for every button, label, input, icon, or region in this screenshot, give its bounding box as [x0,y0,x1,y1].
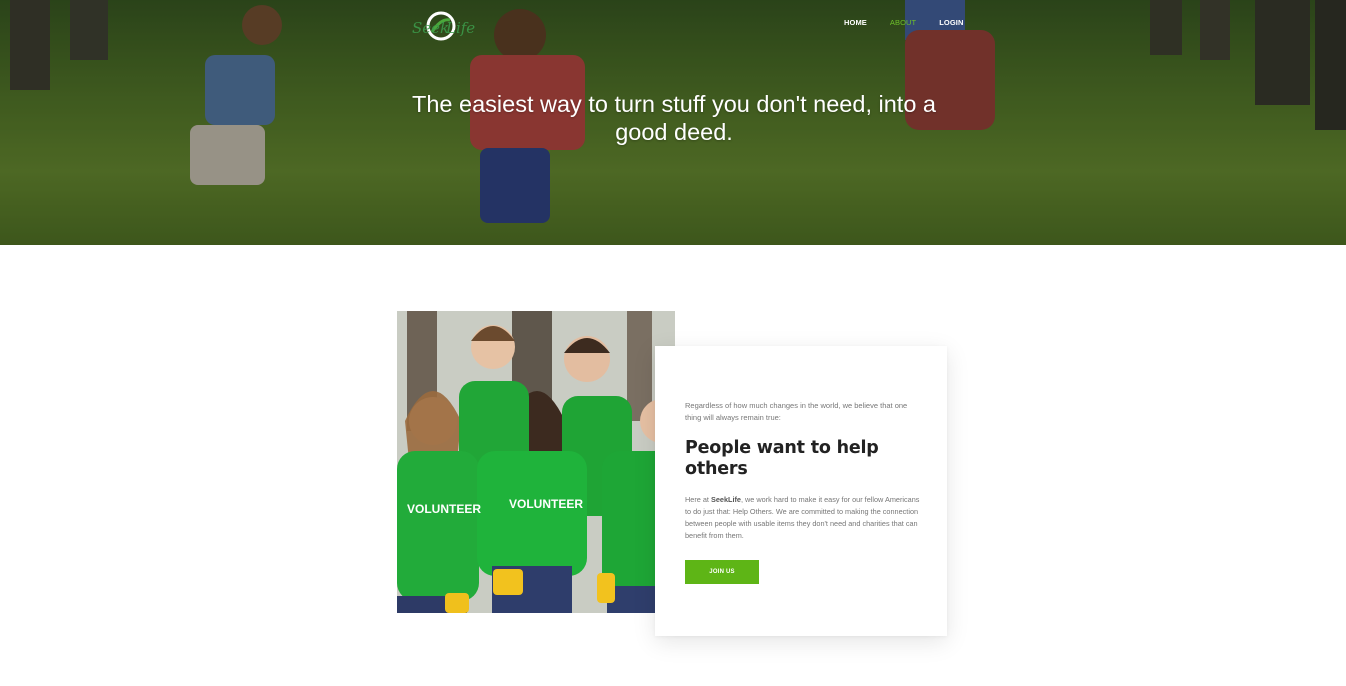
nav-home-link[interactable]: HOME [844,18,867,27]
nav-login-link[interactable]: LOGIN [939,18,963,27]
join-us-button[interactable]: JOIN US [685,560,759,584]
seeklife-logo[interactable]: Seek Life [410,6,476,46]
about-brand-name: SeekLife [710,495,741,504]
svg-text:Seek: Seek [412,19,449,37]
about-body-prefix: Here at [685,495,711,504]
shirt-text-center: VOLUNTEER [509,497,583,511]
shirt-text-left: VOLUNTEER [407,502,481,516]
about-card: Regardless of how much changes in the wo… [655,346,947,636]
svg-text:Life: Life [445,19,475,37]
about-heading: People want to help others [685,438,879,479]
main-navigation: HOME ABOUT LOGIN [844,18,987,27]
volunteers-photo: VOLUNTEER VOLUNTEER [397,311,675,613]
about-intro-text: Regardless of how much changes in the wo… [685,401,908,422]
nav-about-link[interactable]: ABOUT [890,18,916,27]
about-body-text: Here at SeekLife, we work hard to make i… [685,494,921,542]
hero-title: The easiest way to turn stuff you don't … [412,91,936,145]
hero-banner: Seek Life HOME ABOUT LOGIN The easiest w… [0,0,1346,245]
